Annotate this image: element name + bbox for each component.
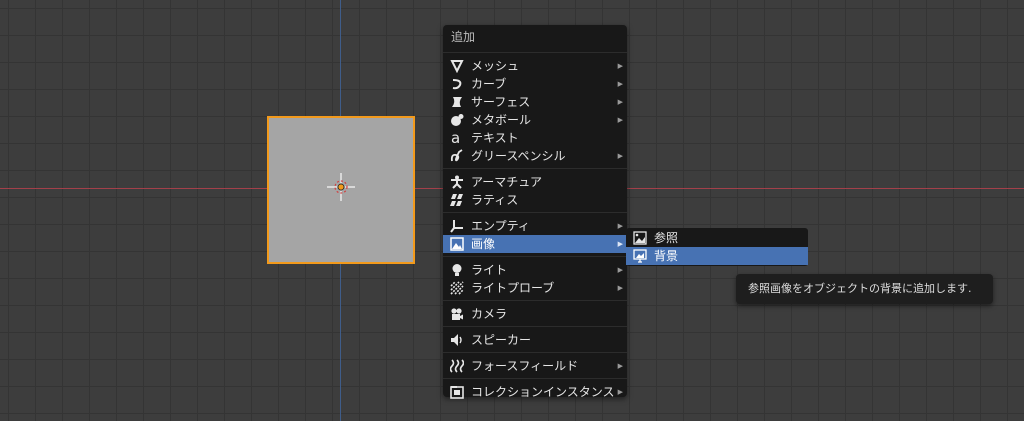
menu-item-label: ラティス <box>471 193 519 207</box>
menu-item-light[interactable]: ライト ▶ <box>443 261 627 279</box>
menu-item-label: 画像 <box>471 237 496 251</box>
menu-item-camera[interactable]: カメラ <box>443 305 627 323</box>
menu-item-label: メッシュ <box>471 59 520 73</box>
submenu-arrow-icon: ▶ <box>617 362 623 370</box>
submenu-item-background[interactable]: 背景 <box>626 247 808 265</box>
menu-item-lattice[interactable]: ラティス <box>443 191 627 209</box>
submenu-arrow-icon: ▶ <box>617 284 623 292</box>
svg-text:a: a <box>451 131 460 145</box>
submenu-arrow-icon: ▶ <box>617 222 623 230</box>
menu-item-label: カーブ <box>471 77 507 91</box>
menu-item-mesh[interactable]: メッシュ ▶ <box>443 57 627 75</box>
menu-item-label: ライト <box>471 263 508 277</box>
camera-icon <box>451 308 463 320</box>
submenu-arrow-icon: ▶ <box>617 266 623 274</box>
menu-item-label: フォースフィールド <box>471 359 579 373</box>
menu-separator <box>443 326 627 327</box>
submenu-arrow-icon: ▶ <box>617 98 623 106</box>
menu-item-label: エンプティ <box>471 219 530 233</box>
menu-title: 追加 <box>451 30 476 44</box>
menu-separator <box>443 168 627 169</box>
submenu-arrow-icon: ▶ <box>617 116 623 124</box>
reference-image-icon <box>633 231 647 245</box>
menu-item-grease-pencil[interactable]: グリースペンシル ▶ <box>443 147 627 165</box>
menu-item-label: メタボール <box>471 113 532 127</box>
menu-item-label: グリースペンシル <box>471 149 566 163</box>
menu-item-force-field[interactable]: フォースフィールド ▶ <box>443 357 627 375</box>
menu-item-label: アーマチュア <box>471 175 543 189</box>
tooltip: 参照画像をオブジェクトの背景に追加します. <box>736 274 993 304</box>
grease-pencil-icon <box>450 149 463 162</box>
mesh-icon <box>450 60 464 73</box>
menu-item-image[interactable]: 画像 ▶ <box>443 235 627 253</box>
menu-item-label: サーフェス <box>471 95 531 109</box>
menu-item-collection-instance[interactable]: コレクションインスタンス ▶ <box>443 383 627 401</box>
submenu-arrow-icon: ▶ <box>617 152 623 160</box>
submenu-item-label: 背景 <box>654 249 679 263</box>
menu-item-armature[interactable]: アーマチュア <box>443 173 627 191</box>
menu-item-light-probe[interactable]: ライトプローブ ▶ <box>443 279 627 297</box>
menu-item-label: コレクションインスタンス <box>471 385 615 399</box>
menu-item-speaker[interactable]: スピーカー <box>443 331 627 349</box>
light-icon <box>452 264 462 276</box>
submenu-item-label: 参照 <box>654 231 679 245</box>
collection-instance-icon <box>450 386 464 399</box>
menu-item-metaball[interactable]: メタボール ▶ <box>443 111 627 129</box>
submenu-arrow-icon: ▶ <box>617 80 623 88</box>
curve-icon <box>452 79 462 90</box>
menu-item-curve[interactable]: カーブ ▶ <box>443 75 627 93</box>
menu-item-text[interactable]: a テキスト <box>443 129 627 147</box>
light-probe-icon <box>450 281 464 295</box>
menu-item-empty[interactable]: エンプティ ▶ <box>443 217 627 235</box>
menu-separator <box>443 52 627 53</box>
image-submenu: 参照 背景 <box>626 228 808 266</box>
menu-separator <box>443 378 627 379</box>
metaball-icon <box>451 114 464 126</box>
empty-icon <box>450 220 463 233</box>
menu-item-label: テキスト <box>471 131 519 145</box>
text-icon: a <box>451 131 460 145</box>
menu-item-surface[interactable]: サーフェス ▶ <box>443 93 627 111</box>
menu-item-label: カメラ <box>471 307 508 321</box>
image-icon <box>450 237 464 251</box>
menu-separator <box>443 212 627 213</box>
submenu-arrow-icon: ▶ <box>617 62 623 70</box>
menu-item-label: ライトプローブ <box>471 281 555 295</box>
speaker-icon <box>451 334 462 346</box>
menu-separator <box>443 352 627 353</box>
armature-icon <box>451 175 463 189</box>
force-field-icon <box>450 359 464 373</box>
menu-separator <box>443 300 627 301</box>
submenu-arrow-icon: ▶ <box>617 388 623 396</box>
surface-icon <box>452 97 462 107</box>
submenu-arrow-icon: ▶ <box>617 240 623 248</box>
menu-separator <box>443 256 627 257</box>
submenu-item-reference[interactable]: 参照 <box>626 229 808 247</box>
lattice-icon <box>450 194 463 206</box>
menu-item-label: スピーカー <box>471 333 532 347</box>
background-image-icon <box>633 249 647 263</box>
3d-cursor-icon <box>327 173 355 201</box>
add-menu: 追加 メッシュ ▶ カーブ ▶ サーフェス ▶ メタボール ▶ a テキスト グ… <box>443 25 627 399</box>
